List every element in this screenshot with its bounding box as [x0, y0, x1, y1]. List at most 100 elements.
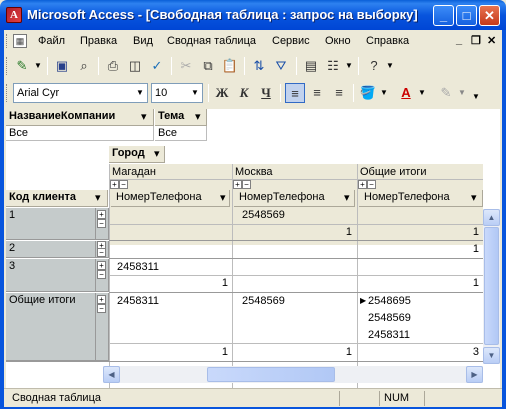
data-field-phone[interactable]: НомерТелефона ▾: [234, 190, 355, 207]
paste-icon[interactable]: 📋: [220, 56, 240, 76]
search-icon[interactable]: ⌕: [74, 56, 94, 76]
sort-ascending-icon[interactable]: ⇅: [249, 56, 269, 76]
data-field-dropdown-icon[interactable]: ▾: [344, 191, 350, 204]
collapse-icon[interactable]: −: [97, 248, 106, 257]
collapse-icon[interactable]: −: [97, 304, 106, 313]
cell-count[interactable]: 1: [232, 226, 352, 238]
spelling-icon[interactable]: ✓: [147, 56, 167, 76]
vertical-scrollbar[interactable]: ▲ ▼: [483, 209, 500, 364]
column-header-moscow[interactable]: Москва: [235, 166, 273, 178]
underline-button[interactable]: Ч: [256, 83, 276, 103]
cut-icon[interactable]: ✂: [176, 56, 196, 76]
cell-count[interactable]: 3: [357, 346, 479, 358]
align-right-icon[interactable]: ≡: [329, 83, 349, 103]
expand-icon[interactable]: +: [110, 180, 119, 189]
toolbar-options-icon[interactable]: ▼: [472, 87, 480, 107]
line-color-dropdown-icon[interactable]: ▼: [458, 83, 466, 103]
row-field-dropdown-icon[interactable]: ▾: [95, 191, 101, 204]
row-header-2[interactable]: 2: [6, 241, 96, 258]
toolbar-grip[interactable]: [6, 84, 9, 102]
expand-icon[interactable]: +: [97, 261, 106, 270]
font-size-dropdown-icon[interactable]: ▼: [188, 84, 202, 102]
menu-help[interactable]: Справка: [366, 35, 409, 47]
toolbar-grip[interactable]: [6, 57, 9, 75]
cell-value[interactable]: 2458311: [117, 295, 159, 307]
data-field-dropdown-icon[interactable]: ▾: [471, 191, 477, 204]
column-header-grand-total[interactable]: Общие итоги: [360, 166, 427, 178]
save-icon[interactable]: ▣: [52, 56, 72, 76]
data-field-dropdown-icon[interactable]: ▾: [220, 191, 226, 204]
vertical-scroll-thumb[interactable]: [484, 227, 499, 345]
mdi-close-button[interactable]: ✕: [487, 34, 496, 47]
print-icon[interactable]: ⎙: [103, 56, 123, 76]
help-dropdown-icon[interactable]: ▼: [386, 56, 394, 76]
maximize-button[interactable]: □: [456, 5, 477, 26]
menu-view[interactable]: Вид: [133, 35, 153, 47]
font-color-icon[interactable]: A: [396, 83, 416, 103]
access-app-icon[interactable]: A: [6, 7, 22, 23]
scroll-up-icon[interactable]: ▲: [483, 209, 500, 226]
menu-file[interactable]: Файл: [38, 35, 65, 47]
expand-icon[interactable]: +: [97, 295, 106, 304]
mdi-restore-button[interactable]: ❐: [471, 34, 481, 47]
horizontal-scroll-thumb[interactable]: [207, 367, 335, 382]
row-header-3[interactable]: 3: [6, 259, 96, 292]
expand-icon[interactable]: +: [358, 180, 367, 189]
italic-button[interactable]: К: [234, 83, 254, 103]
filter-field-topic[interactable]: Тема ▾: [155, 109, 207, 126]
cell-value[interactable]: 2548695: [368, 295, 411, 307]
collapse-icon[interactable]: −: [97, 219, 106, 228]
line-color-icon[interactable]: ✎: [436, 83, 456, 103]
cell-value[interactable]: 2548569: [242, 295, 285, 307]
column-header-magadan[interactable]: Магадан: [112, 166, 156, 178]
collapse-icon[interactable]: −: [97, 270, 106, 279]
field-list-icon[interactable]: ▤: [301, 56, 321, 76]
scroll-left-icon[interactable]: ◀: [103, 366, 120, 383]
column-field-dropdown-icon[interactable]: ▾: [154, 147, 160, 160]
collapse-icon[interactable]: −: [242, 180, 251, 189]
collapse-icon[interactable]: −: [119, 180, 128, 189]
cell-count[interactable]: 1: [357, 277, 479, 289]
expand-icon[interactable]: +: [97, 210, 106, 219]
data-field-phone[interactable]: НомерТелефона ▾: [359, 190, 483, 207]
menu-pivot-table[interactable]: Сводная таблица: [167, 35, 256, 47]
row-header-grand-total[interactable]: Общие итоги: [6, 293, 96, 361]
view-dropdown-icon[interactable]: ▼: [34, 56, 42, 76]
filter-value-topic[interactable]: Все: [155, 126, 207, 141]
horizontal-scrollbar[interactable]: ◀ ▶: [103, 366, 483, 383]
autofilter-icon[interactable]: ⛛: [271, 56, 291, 76]
minimize-button[interactable]: _: [433, 5, 454, 26]
filter-dropdown-icon[interactable]: ▾: [141, 110, 147, 123]
menu-edit[interactable]: Правка: [80, 35, 117, 47]
view-icon[interactable]: ✎: [12, 56, 32, 76]
font-size-select[interactable]: 10 ▼: [151, 83, 203, 103]
align-center-icon[interactable]: ≡: [307, 83, 327, 103]
row-field-client-code[interactable]: Код клиента ▾: [6, 190, 108, 207]
cell-value[interactable]: 2458311: [368, 329, 410, 341]
cell-value[interactable]: 2548569: [242, 209, 285, 221]
filter-dropdown-icon[interactable]: ▾: [195, 110, 201, 123]
properties-icon[interactable]: ☷: [323, 56, 343, 76]
help-icon[interactable]: ?: [364, 56, 384, 76]
menu-grip[interactable]: [6, 34, 9, 48]
filter-value-company[interactable]: Все: [6, 126, 154, 141]
mdi-minimize-button[interactable]: _: [456, 34, 462, 46]
scroll-down-icon[interactable]: ▼: [483, 347, 500, 364]
align-left-icon[interactable]: ≡: [285, 83, 305, 103]
expand-icon[interactable]: +: [233, 180, 242, 189]
print-preview-icon[interactable]: ◫: [125, 56, 145, 76]
cell-count[interactable]: 1: [357, 243, 479, 255]
row-header-1[interactable]: 1: [6, 208, 96, 240]
copy-icon[interactable]: ⧉: [198, 56, 218, 76]
cell-count[interactable]: 1: [232, 346, 352, 358]
fill-color-dropdown-icon[interactable]: ▼: [380, 83, 388, 103]
cell-count[interactable]: 1: [109, 277, 228, 289]
bold-button[interactable]: Ж: [212, 83, 232, 103]
menu-tools[interactable]: Сервис: [272, 35, 310, 47]
font-name-select[interactable]: Arial Cyr ▼: [13, 83, 148, 103]
cell-value[interactable]: 2548569: [368, 312, 411, 324]
fill-color-icon[interactable]: 🪣: [358, 83, 378, 103]
font-color-dropdown-icon[interactable]: ▼: [418, 83, 426, 103]
cell-count[interactable]: 1: [357, 226, 479, 238]
menu-window[interactable]: Окно: [325, 35, 351, 47]
